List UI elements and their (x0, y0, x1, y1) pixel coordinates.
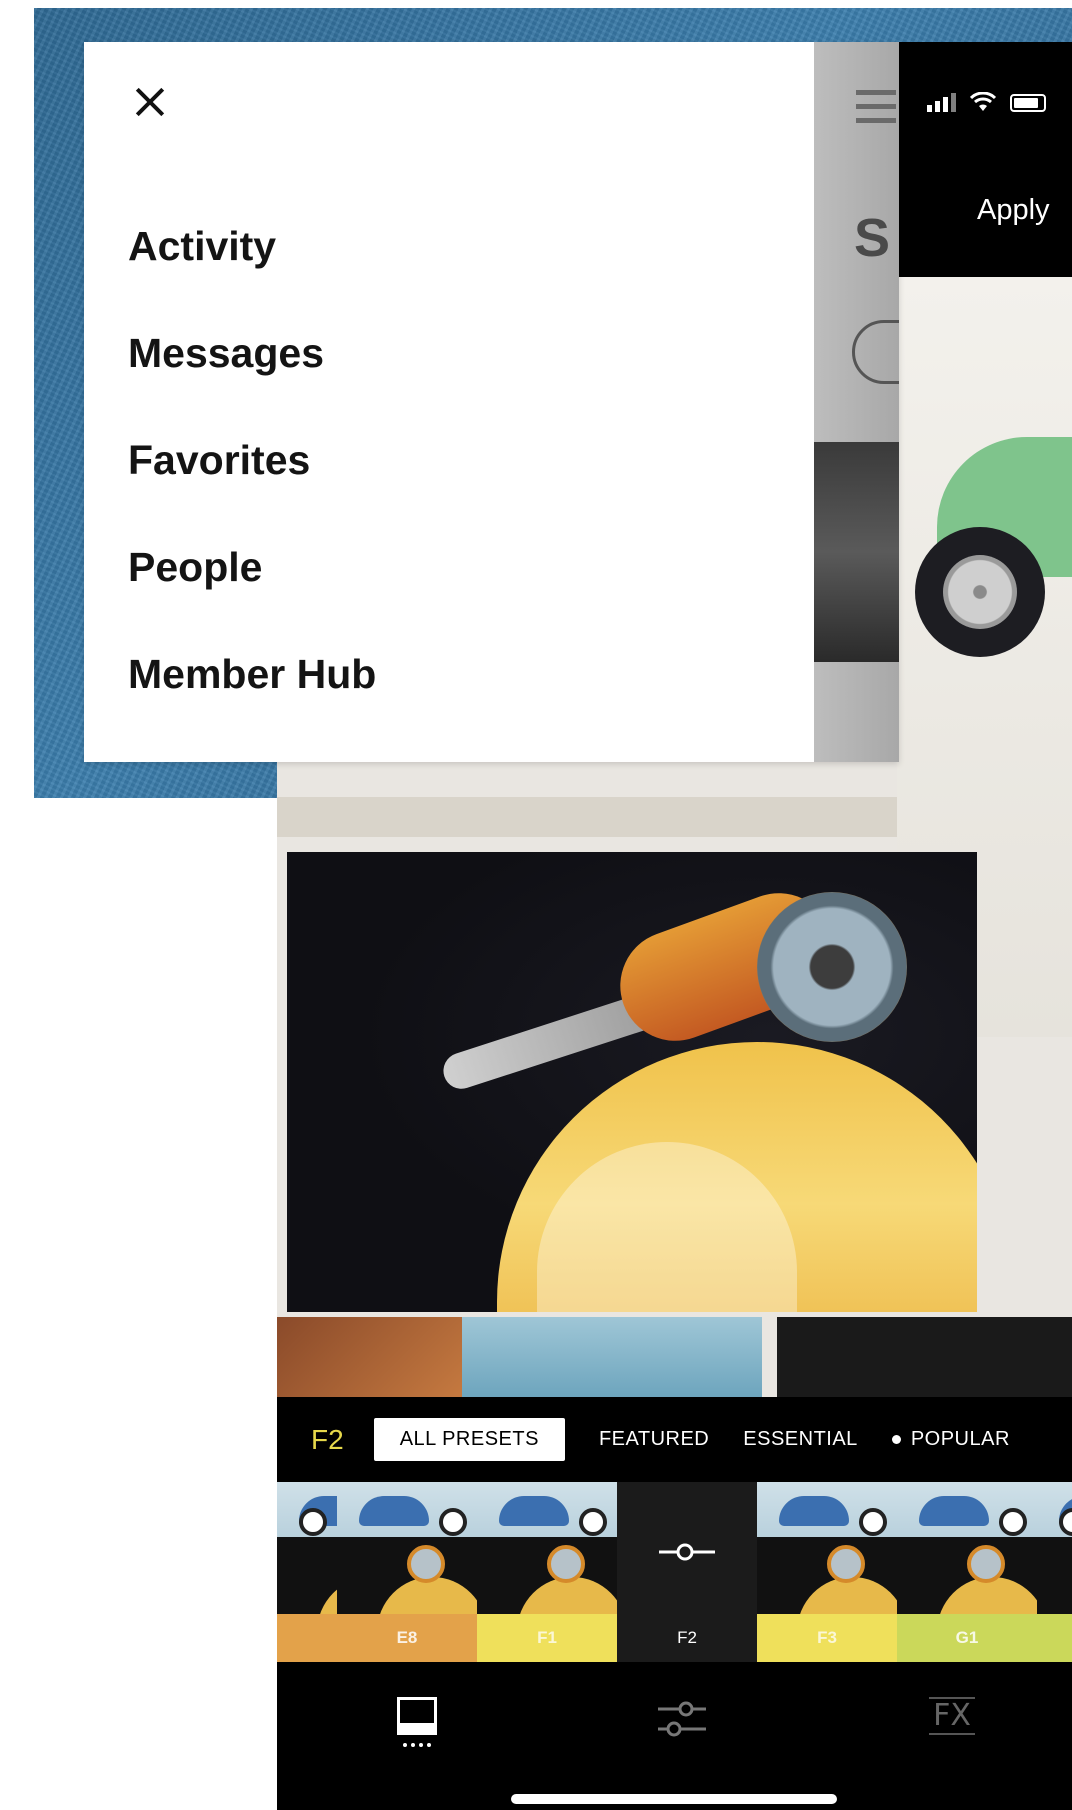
menu-list: Activity Messages Favorites People Membe… (128, 222, 376, 757)
signal-icon (927, 93, 956, 112)
tab-popular-label: POPULAR (910, 1428, 1010, 1450)
fx-icon: FX (929, 1697, 975, 1735)
dimmed-underlying-app[interactable]: S (814, 42, 899, 762)
current-preset-label: F2 (311, 1423, 344, 1455)
menu-item-people[interactable]: People (128, 543, 376, 650)
preset-thumb-f1[interactable]: F1 (477, 1482, 617, 1662)
dot-icon (891, 1435, 901, 1445)
collage-strip (277, 797, 897, 837)
preset-thumbnails: E8 F1 F2 F3 G1 (277, 1482, 1072, 1662)
preset-thumb-label: F3 (757, 1614, 897, 1662)
preset-thumb-label: E8 (337, 1614, 477, 1662)
menu-item-activity[interactable]: Activity (128, 222, 376, 329)
editor-toolbar: FX (277, 1667, 1072, 1777)
sliders-icon (658, 1701, 706, 1737)
battery-icon (1010, 94, 1046, 112)
hamburger-icon (856, 90, 896, 132)
menu-item-member-hub[interactable]: Member Hub (128, 650, 376, 757)
tab-featured[interactable]: FEATURED (599, 1428, 709, 1451)
status-icons (927, 92, 1046, 112)
preset-thumb[interactable] (1037, 1482, 1072, 1662)
underlying-heading: S (854, 208, 891, 268)
tab-popular[interactable]: POPULAR (891, 1428, 1010, 1451)
menu-item-messages[interactable]: Messages (128, 329, 376, 436)
close-icon[interactable] (128, 80, 174, 126)
preset-thumb-f2-selected[interactable]: F2 (617, 1482, 757, 1662)
underlying-photo (814, 442, 899, 662)
adjust-tool-button[interactable] (652, 1697, 712, 1757)
preset-thumb[interactable] (277, 1482, 337, 1662)
presets-tool-button[interactable] (387, 1697, 447, 1757)
page-dots (403, 1743, 431, 1747)
navigation-menu-card: Activity Messages Favorites People Membe… (84, 42, 899, 762)
presets-icon (397, 1697, 437, 1735)
collage-bottom-row (277, 1317, 1072, 1402)
preset-tabs-bar: F2 ALL PRESETS FEATURED ESSENTIAL POPULA… (277, 1397, 1072, 1482)
wifi-icon (970, 92, 996, 112)
preset-thumb-e8[interactable]: E8 (337, 1482, 477, 1662)
preset-thumb-label: G1 (897, 1614, 1037, 1662)
preset-thumb-label: F2 (617, 1614, 757, 1662)
tab-essential[interactable]: ESSENTIAL (743, 1428, 858, 1451)
slider-adjust-icon (659, 1543, 715, 1561)
home-indicator[interactable] (511, 1794, 837, 1804)
menu-panel: Activity Messages Favorites People Membe… (84, 42, 814, 762)
preset-thumb-label: F1 (477, 1614, 617, 1662)
underlying-pill-button (852, 320, 899, 384)
tab-all-presets[interactable]: ALL PRESETS (373, 1418, 565, 1461)
fx-tool-button[interactable]: FX (922, 1697, 982, 1757)
preset-thumb-f3[interactable]: F3 (757, 1482, 897, 1662)
menu-item-favorites[interactable]: Favorites (128, 436, 376, 543)
preset-thumb-g1[interactable]: G1 (897, 1482, 1037, 1662)
yellow-scooter-photo (287, 852, 977, 1312)
apply-button[interactable]: Apply (977, 194, 1050, 227)
